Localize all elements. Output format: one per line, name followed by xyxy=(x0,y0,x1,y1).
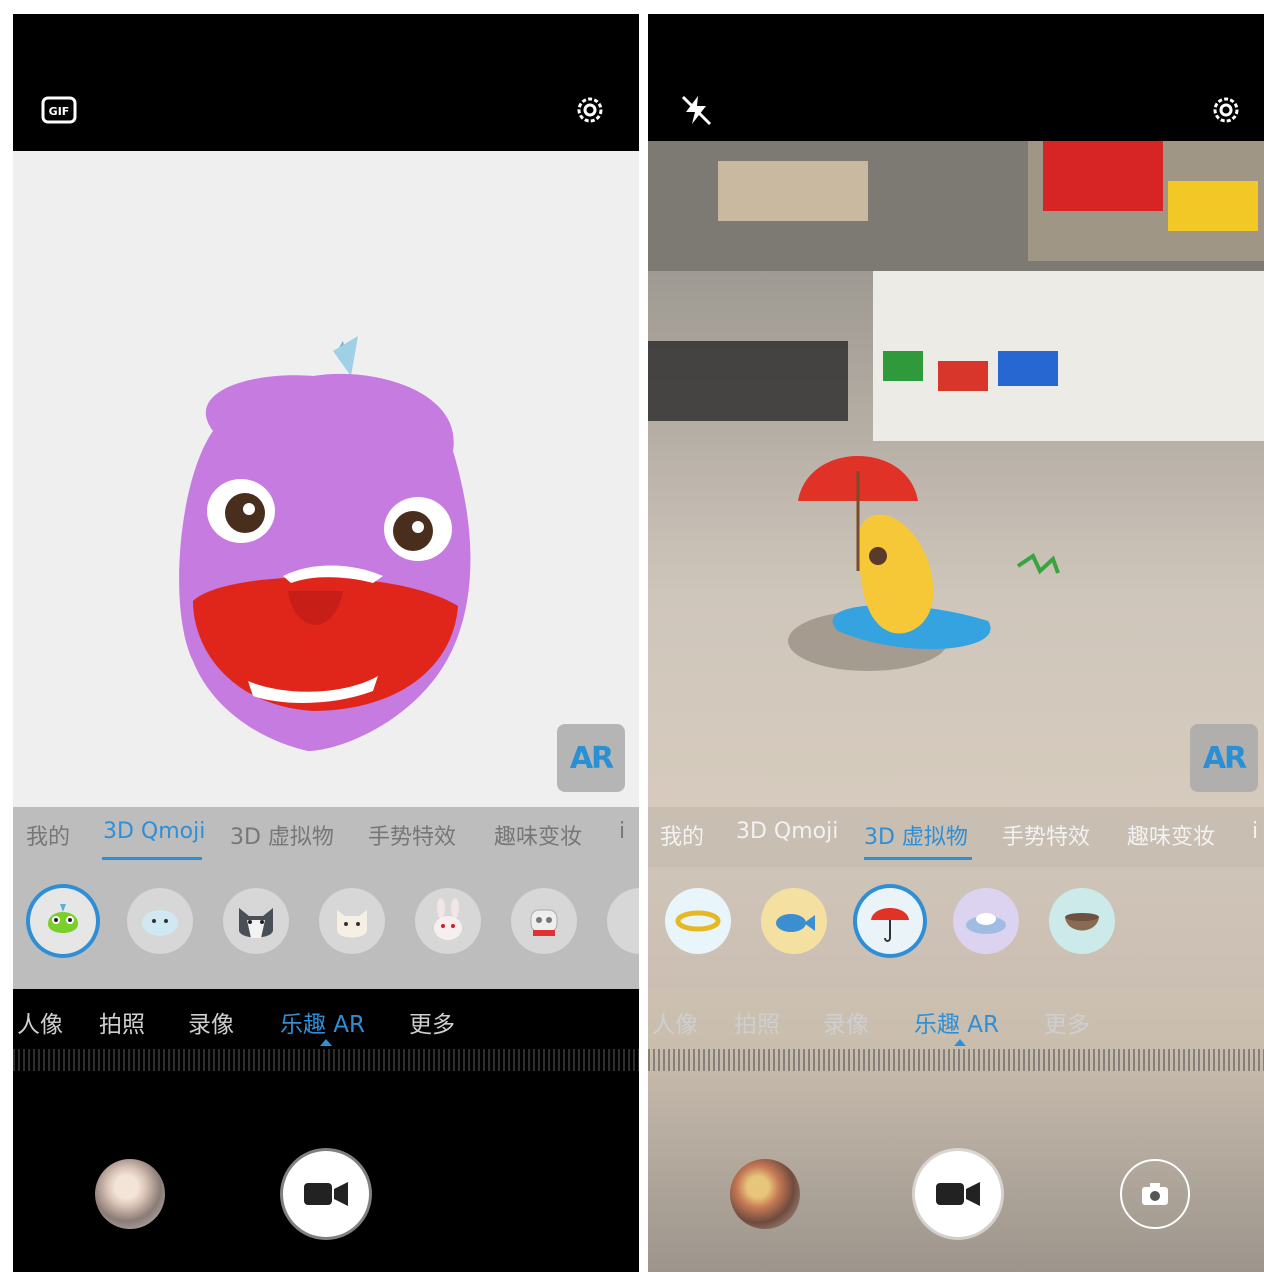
sticker-puffer-fish[interactable] xyxy=(127,888,193,954)
flash-off-icon[interactable] xyxy=(678,92,714,128)
tab-more-categories[interactable]: i xyxy=(1252,807,1258,844)
chameleon-avatar xyxy=(179,336,471,751)
ar-scene xyxy=(648,141,1264,671)
ar-object-strip xyxy=(648,867,1264,989)
object-gold-ring[interactable] xyxy=(665,888,731,954)
tab-3d-virtual[interactable]: 3D 虚拟物 xyxy=(230,807,334,851)
tab-fun-makeup[interactable]: 趣味变妆 xyxy=(1127,807,1215,851)
object-blue-fish[interactable] xyxy=(761,888,827,954)
active-mode-indicator xyxy=(320,1039,332,1046)
ar-badge[interactable]: AR xyxy=(557,724,625,792)
active-mode-indicator xyxy=(954,1039,966,1046)
object-bowl[interactable] xyxy=(1049,888,1115,954)
active-tab-underline xyxy=(102,857,202,860)
top-bar xyxy=(648,14,1264,141)
zoom-ticks[interactable] xyxy=(13,1049,639,1071)
mode-more[interactable]: 更多 xyxy=(409,1005,455,1039)
mode-video[interactable]: 录像 xyxy=(823,1005,869,1039)
tab-more-categories[interactable]: i xyxy=(619,807,625,844)
mode-photo[interactable]: 拍照 xyxy=(734,1005,780,1039)
mode-video[interactable]: 录像 xyxy=(188,1005,234,1039)
tab-3d-qmoji[interactable]: 3D Qmoji xyxy=(736,807,838,844)
category-tabs: 我的 3D Qmoji 3D 虚拟物 手势特效 趣味变妆 i xyxy=(648,807,1264,867)
tab-fun-makeup[interactable]: 趣味变妆 xyxy=(494,807,582,851)
record-button[interactable] xyxy=(283,1151,369,1237)
mode-portrait[interactable]: 人像 xyxy=(17,1005,63,1039)
zoom-ticks[interactable] xyxy=(648,1049,1264,1071)
top-bar: GIF xyxy=(13,14,639,151)
svg-text:GIF: GIF xyxy=(49,105,70,118)
right-camera-screen: AR 我的 3D Qmoji 3D 虚拟物 手势特效 趣味变妆 i 人像 拍照 … xyxy=(648,14,1264,1272)
sticker-strip xyxy=(13,867,639,989)
tab-mine[interactable]: 我的 xyxy=(26,807,70,851)
object-red-umbrella[interactable] xyxy=(857,888,923,954)
object-cloud-island[interactable] xyxy=(953,888,1019,954)
gear-icon[interactable] xyxy=(1208,92,1244,128)
gif-icon[interactable]: GIF xyxy=(41,92,77,128)
mode-fun-ar[interactable]: 乐趣 AR xyxy=(914,1005,999,1039)
sticker-husky[interactable] xyxy=(223,888,289,954)
camera-preview: AR xyxy=(13,151,639,807)
tab-mine[interactable]: 我的 xyxy=(660,807,704,851)
category-tabs: 我的 3D Qmoji 3D 虚拟物 手势特效 趣味变妆 i xyxy=(13,807,639,867)
tab-3d-qmoji[interactable]: 3D Qmoji xyxy=(103,807,205,844)
mode-more[interactable]: 更多 xyxy=(1044,1005,1090,1039)
video-camera-icon xyxy=(304,1182,348,1206)
sticker-rabbit[interactable] xyxy=(415,888,481,954)
video-camera-icon xyxy=(936,1182,980,1206)
sticker-robot[interactable] xyxy=(511,888,577,954)
active-tab-underline xyxy=(864,857,972,860)
sticker-partial[interactable] xyxy=(607,888,639,954)
tab-3d-virtual[interactable]: 3D 虚拟物 xyxy=(864,807,968,851)
left-camera-screen: GIF AR 我的 3D Qmoji 3D 虚拟物 手势特效 趣味变妆 i 人像… xyxy=(13,14,639,1272)
sticker-white-cat[interactable] xyxy=(319,888,385,954)
gear-icon[interactable] xyxy=(572,92,608,128)
record-button[interactable] xyxy=(915,1151,1001,1237)
tab-gesture-effects[interactable]: 手势特效 xyxy=(1002,807,1090,851)
mode-fun-ar[interactable]: 乐趣 AR xyxy=(280,1005,365,1039)
camera-icon xyxy=(1142,1183,1168,1205)
gallery-thumbnail[interactable] xyxy=(95,1159,165,1229)
ar-badge[interactable]: AR xyxy=(1190,724,1258,792)
camera-preview xyxy=(648,141,1264,1272)
sticker-chameleon[interactable] xyxy=(30,888,96,954)
tab-gesture-effects[interactable]: 手势特效 xyxy=(368,807,456,851)
mode-portrait[interactable]: 人像 xyxy=(652,1005,698,1039)
gallery-thumbnail[interactable] xyxy=(730,1159,800,1229)
mode-photo[interactable]: 拍照 xyxy=(99,1005,145,1039)
switch-to-photo-button[interactable] xyxy=(1120,1159,1190,1229)
